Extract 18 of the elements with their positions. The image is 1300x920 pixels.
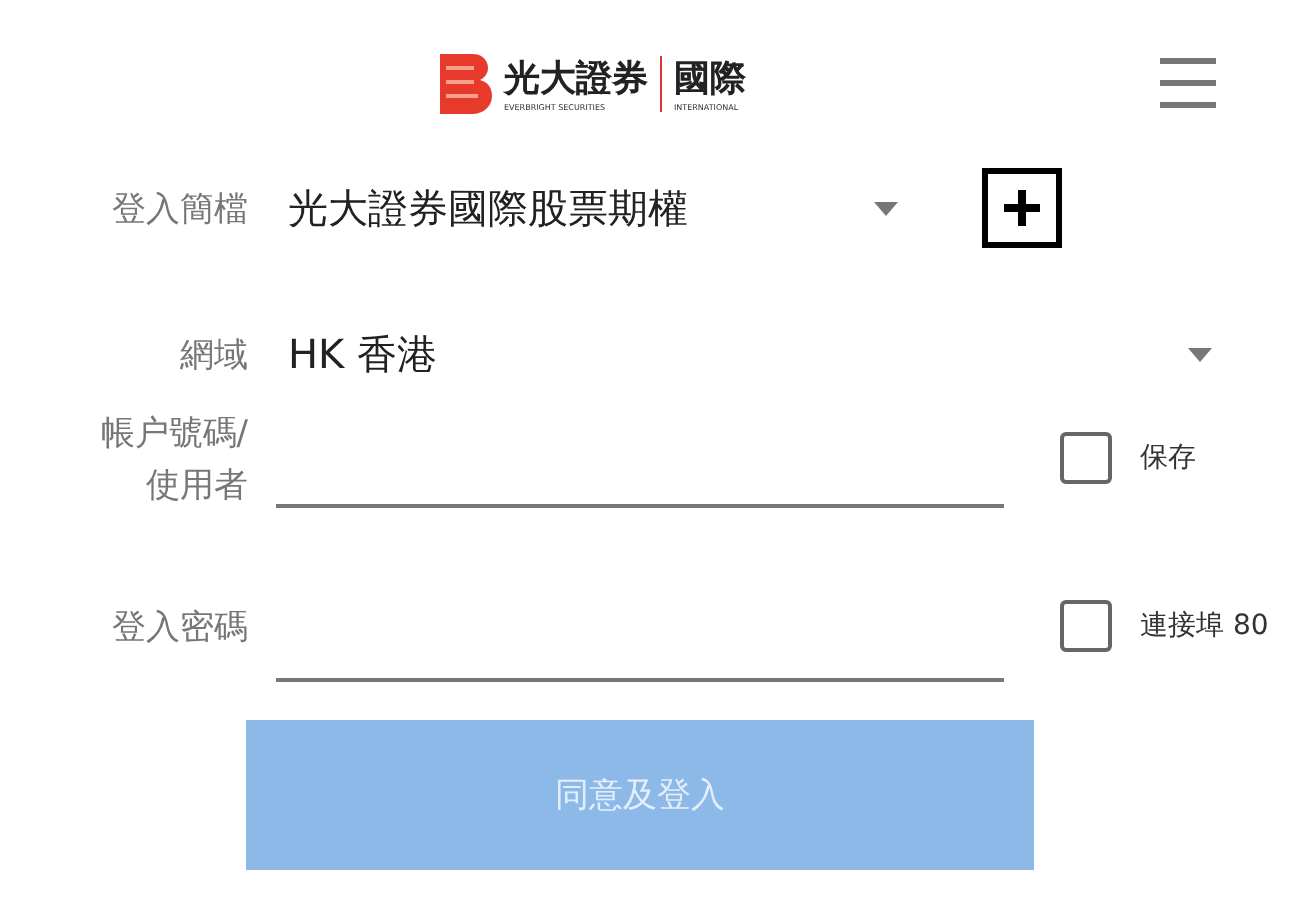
checkbox-label: 連接埠 80: [1140, 608, 1269, 644]
domain-dropdown[interactable]: HK 香港: [288, 327, 1212, 381]
add-button[interactable]: [982, 168, 1062, 248]
logo-icon: [440, 54, 492, 114]
plus-icon: [1002, 188, 1042, 228]
logo-text: 國際: [674, 57, 746, 101]
checkbox[interactable]: [1060, 600, 1112, 652]
profile-dropdown[interactable]: 光大證券國際股票期權: [288, 181, 898, 235]
checkbox[interactable]: [1060, 432, 1112, 484]
menu-icon[interactable]: [1160, 58, 1216, 110]
caret-icon: [1188, 347, 1212, 361]
checkbox-label: 保存: [1140, 440, 1196, 476]
field-label: 登入密碼: [110, 605, 248, 649]
field-label: 帳户號碼/ 使用者: [98, 412, 248, 510]
field-label: 網域: [178, 333, 248, 377]
caret-icon: [874, 201, 898, 215]
field-label: 登入簡檔: [110, 187, 248, 231]
logo-text: 光大證券: [504, 57, 648, 101]
